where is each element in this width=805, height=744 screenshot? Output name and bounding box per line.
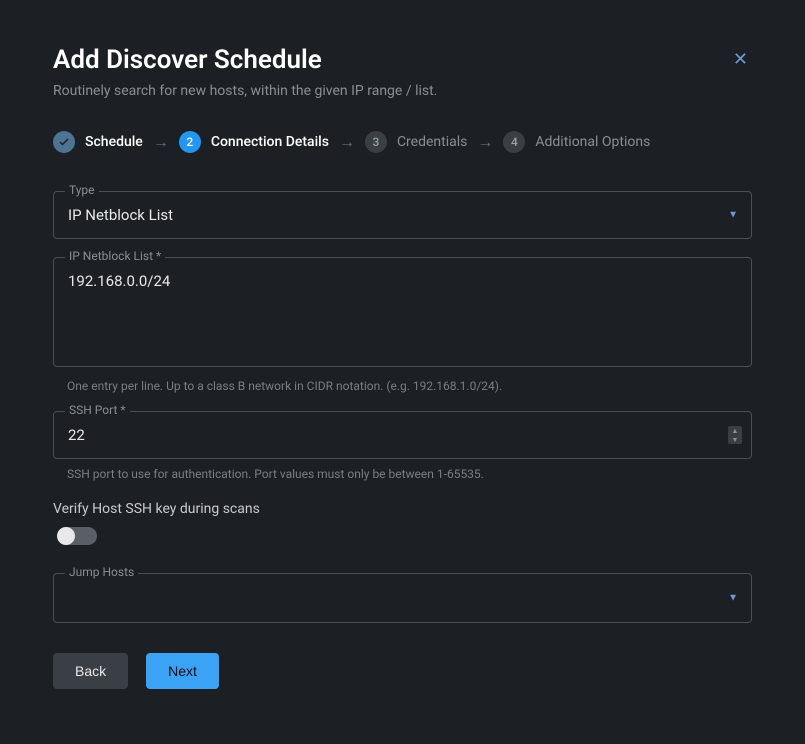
stepper: Schedule → 2 Connection Details → 3 Cred… bbox=[53, 131, 752, 153]
number-spinner[interactable]: ▲ ▼ bbox=[728, 426, 742, 444]
step-connection-details[interactable]: 2 Connection Details bbox=[179, 131, 329, 153]
chevron-right-icon: → bbox=[153, 132, 169, 152]
netblock-label: IP Netblock List * bbox=[65, 249, 165, 263]
type-label: Type bbox=[65, 183, 99, 197]
step-credentials[interactable]: 3 Credentials bbox=[365, 131, 467, 153]
back-button[interactable]: Back bbox=[53, 653, 128, 689]
netblock-helper: One entry per line. Up to a class B netw… bbox=[53, 379, 752, 393]
close-button[interactable]: ✕ bbox=[729, 45, 752, 74]
step-circle-pending: 3 bbox=[365, 131, 387, 153]
sshport-input[interactable] bbox=[53, 411, 752, 459]
verify-toggle[interactable] bbox=[61, 527, 97, 545]
check-icon bbox=[58, 136, 70, 148]
type-select[interactable]: IP Netblock List bbox=[53, 191, 752, 239]
jumphosts-select[interactable] bbox=[53, 573, 752, 623]
sshport-helper: SSH port to use for authentication. Port… bbox=[53, 467, 752, 481]
step-circle-pending: 4 bbox=[503, 131, 525, 153]
toggle-thumb bbox=[57, 527, 75, 545]
netblock-textarea[interactable] bbox=[53, 257, 752, 367]
close-icon: ✕ bbox=[733, 49, 748, 69]
page-subtitle: Routinely search for new hosts, within t… bbox=[53, 83, 752, 99]
step-label: Connection Details bbox=[211, 134, 329, 150]
sshport-label: SSH Port * bbox=[65, 403, 130, 417]
page-title: Add Discover Schedule bbox=[53, 45, 322, 75]
step-label: Additional Options bbox=[535, 134, 650, 150]
step-circle-active: 2 bbox=[179, 131, 201, 153]
chevron-right-icon: → bbox=[477, 132, 493, 152]
next-button[interactable]: Next bbox=[146, 653, 219, 689]
spinner-down-icon[interactable]: ▼ bbox=[728, 435, 742, 444]
step-schedule[interactable]: Schedule bbox=[53, 131, 143, 153]
spinner-up-icon[interactable]: ▲ bbox=[728, 426, 742, 435]
step-label: Credentials bbox=[397, 134, 467, 150]
jumphosts-label: Jump Hosts bbox=[65, 565, 138, 579]
chevron-right-icon: → bbox=[339, 132, 355, 152]
verify-label: Verify Host SSH key during scans bbox=[53, 501, 752, 517]
step-additional-options[interactable]: 4 Additional Options bbox=[503, 131, 650, 153]
step-label: Schedule bbox=[85, 134, 143, 150]
step-circle-completed bbox=[53, 131, 75, 153]
